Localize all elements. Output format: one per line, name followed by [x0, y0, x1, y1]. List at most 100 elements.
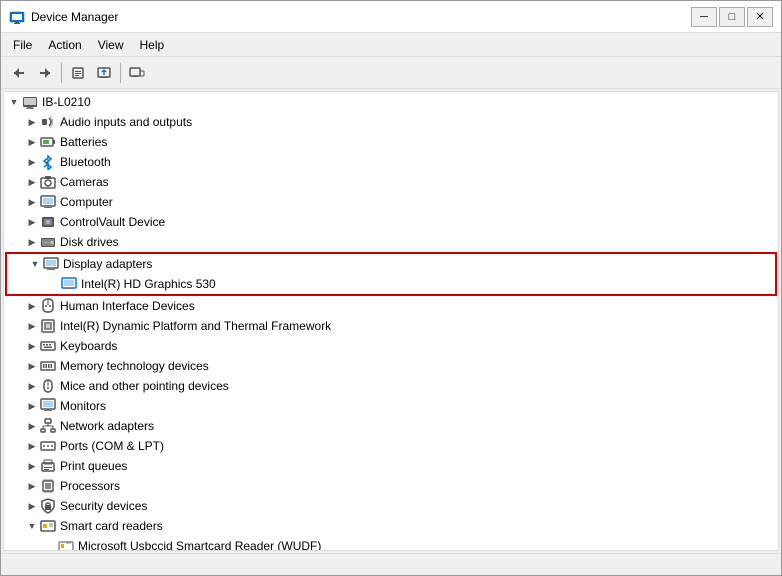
minimize-button[interactable]: ─: [691, 7, 717, 27]
audio-icon: [40, 114, 56, 130]
intel-hd-label: Intel(R) HD Graphics 530: [81, 277, 216, 291]
audio-expand-icon[interactable]: ▶: [24, 114, 40, 130]
tree-item-ports[interactable]: ▶ Ports (COM & LPT): [4, 436, 778, 456]
properties-button[interactable]: [66, 61, 90, 85]
ports-label: Ports (COM & LPT): [60, 439, 164, 453]
update-driver-button[interactable]: [92, 61, 116, 85]
tree-item-memory[interactable]: ▶ Memory technology devices: [4, 356, 778, 376]
memory-label: Memory technology devices: [60, 359, 209, 373]
toolbar-separator-2: [120, 63, 121, 83]
memory-icon: [40, 358, 56, 374]
close-button[interactable]: ✕: [747, 7, 773, 27]
maximize-button[interactable]: □: [719, 7, 745, 27]
printqueues-icon: [40, 458, 56, 474]
root-icon: [22, 94, 38, 110]
security-expand-icon[interactable]: ▶: [24, 498, 40, 514]
computer-expand-icon[interactable]: ▶: [24, 194, 40, 210]
intel-platform-label: Intel(R) Dynamic Platform and Thermal Fr…: [60, 319, 331, 333]
tree-item-printqueues[interactable]: ▶ Print queues: [4, 456, 778, 476]
batteries-icon: [40, 134, 56, 150]
monitors-icon: [40, 398, 56, 414]
tree-item-processors[interactable]: ▶ Processors: [4, 476, 778, 496]
cameras-expand-icon[interactable]: ▶: [24, 174, 40, 190]
status-bar: [1, 553, 781, 575]
keyboards-icon: [40, 338, 56, 354]
tree-item-network[interactable]: ▶ Network adapters: [4, 416, 778, 436]
smartcard-icon: [40, 518, 56, 534]
ports-expand-icon[interactable]: ▶: [24, 438, 40, 454]
batteries-label: Batteries: [60, 135, 107, 149]
root-expand-icon[interactable]: ▼: [6, 94, 22, 110]
tree-item-bluetooth[interactable]: ▶ Bluetooth: [4, 152, 778, 172]
back-button[interactable]: [7, 61, 31, 85]
mice-expand-icon[interactable]: ▶: [24, 378, 40, 394]
batteries-expand-icon[interactable]: ▶: [24, 134, 40, 150]
tree-item-displayadapters[interactable]: ▼ Display adapters: [7, 254, 775, 274]
tree-item-intel-platform[interactable]: ▶ Intel(R) Dynamic Platform and Thermal …: [4, 316, 778, 336]
processors-label: Processors: [60, 479, 120, 493]
hid-label: Human Interface Devices: [60, 299, 195, 313]
smartcard-label: Smart card readers: [60, 519, 163, 533]
printqueues-label: Print queues: [60, 459, 127, 473]
printqueues-expand-icon[interactable]: ▶: [24, 458, 40, 474]
diskdrives-icon: [40, 234, 56, 250]
tree-item-controlvault[interactable]: ▶ ControlVault Device: [4, 212, 778, 232]
tree-root-item[interactable]: ▼ IB-L0210: [4, 92, 778, 112]
computer-label: Computer: [60, 195, 113, 209]
menu-file[interactable]: File: [5, 36, 40, 54]
mice-icon: [40, 378, 56, 394]
security-icon: [40, 498, 56, 514]
forward-button[interactable]: [33, 61, 57, 85]
window-controls: ─ □ ✕: [691, 7, 773, 27]
menu-action[interactable]: Action: [40, 36, 89, 54]
tree-item-keyboards[interactable]: ▶ Keyboards: [4, 336, 778, 356]
root-label: IB-L0210: [42, 95, 91, 109]
menu-view[interactable]: View: [90, 36, 132, 54]
memory-expand-icon[interactable]: ▶: [24, 358, 40, 374]
hid-expand-icon[interactable]: ▶: [24, 298, 40, 314]
bluetooth-icon: [40, 154, 56, 170]
title-bar: Device Manager ─ □ ✕: [1, 1, 781, 33]
displayadapters-icon: [43, 256, 59, 272]
displayadapters-expand-icon[interactable]: ▼: [27, 256, 43, 272]
tree-item-security[interactable]: ▶ Security devices: [4, 496, 778, 516]
network-expand-icon[interactable]: ▶: [24, 418, 40, 434]
content-area: ▼ IB-L0210 ▶ Audio inputs: [1, 89, 781, 553]
toolbar: [1, 57, 781, 89]
tree-item-intel-hd[interactable]: ▶ Intel(R) HD Graphics 530: [7, 274, 775, 294]
bluetooth-expand-icon[interactable]: ▶: [24, 154, 40, 170]
bluetooth-label: Bluetooth: [60, 155, 111, 169]
computer-icon: [40, 194, 56, 210]
keyboards-expand-icon[interactable]: ▶: [24, 338, 40, 354]
tree-item-computer[interactable]: ▶ Computer: [4, 192, 778, 212]
diskdrives-expand-icon[interactable]: ▶: [24, 234, 40, 250]
intel-platform-expand-icon[interactable]: ▶: [24, 318, 40, 334]
monitors-expand-icon[interactable]: ▶: [24, 398, 40, 414]
tree-item-hid[interactable]: ▶ Human Interface Devices: [4, 296, 778, 316]
tree-item-monitors[interactable]: ▶ Monitors: [4, 396, 778, 416]
ports-icon: [40, 438, 56, 454]
keyboards-label: Keyboards: [60, 339, 117, 353]
processors-expand-icon[interactable]: ▶: [24, 478, 40, 494]
displayadapters-label: Display adapters: [63, 257, 152, 271]
menu-help[interactable]: Help: [132, 36, 173, 54]
cameras-label: Cameras: [60, 175, 109, 189]
processors-icon: [40, 478, 56, 494]
mice-label: Mice and other pointing devices: [60, 379, 229, 393]
controlvault-icon: [40, 214, 56, 230]
audio-label: Audio inputs and outputs: [60, 115, 192, 129]
tree-item-diskdrives[interactable]: ▶ Disk drives: [4, 232, 778, 252]
intel-hd-icon: [61, 276, 77, 292]
show-devices-button[interactable]: [125, 61, 149, 85]
smartcard-expand-icon[interactable]: ▼: [24, 518, 40, 534]
network-label: Network adapters: [60, 419, 154, 433]
controlvault-expand-icon[interactable]: ▶: [24, 214, 40, 230]
tree-item-mice[interactable]: ▶ Mice and other pointing devices: [4, 376, 778, 396]
tree-item-ms-smartcard[interactable]: ▶ Microsoft Usbccid Smartcard Reader (WU…: [4, 536, 778, 551]
tree-item-smartcard[interactable]: ▼ Smart card readers: [4, 516, 778, 536]
display-adapters-section: ▼ Display adapters ▶ Intel(R) HD Graphic…: [5, 252, 777, 296]
tree-item-batteries[interactable]: ▶ Batteries: [4, 132, 778, 152]
device-tree[interactable]: ▼ IB-L0210 ▶ Audio inputs: [3, 91, 779, 551]
tree-item-cameras[interactable]: ▶ Cameras: [4, 172, 778, 192]
tree-item-audio[interactable]: ▶ Audio inputs and outputs: [4, 112, 778, 132]
